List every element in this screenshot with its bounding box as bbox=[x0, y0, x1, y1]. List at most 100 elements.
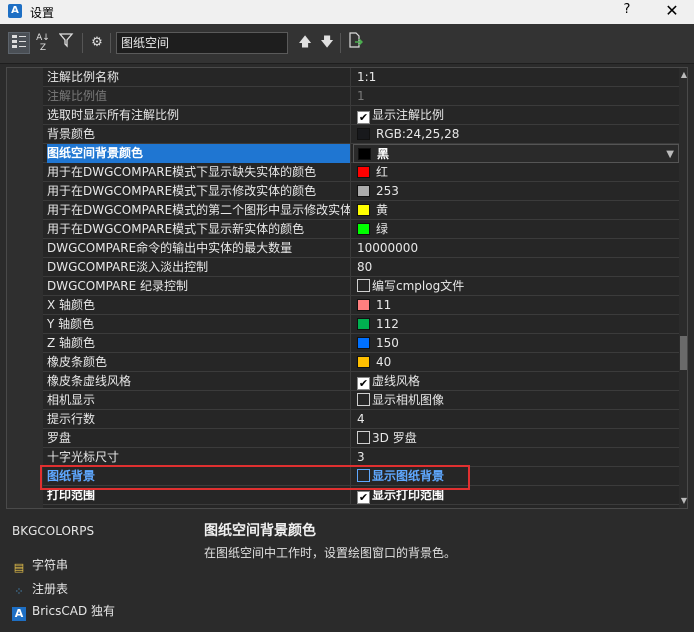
property-row[interactable]: Z 轴颜色 150 bbox=[43, 334, 679, 353]
scroll-thumb[interactable] bbox=[680, 336, 687, 370]
property-value[interactable]: 112 bbox=[353, 315, 679, 334]
checkbox[interactable]: ✔ bbox=[357, 377, 370, 390]
property-row[interactable]: 用于在DWGCOMPARE模式下显示新实体的颜色 绿 bbox=[43, 220, 679, 239]
property-name: 图纸空间背景颜色 bbox=[47, 144, 351, 163]
window-title: 设置 bbox=[30, 6, 55, 20]
close-button[interactable]: ✕ bbox=[660, 1, 684, 23]
detail-panel: BKGCOLORPS 图纸空间背景颜色 在图纸空间中工作时，设置绘图窗口的背景色… bbox=[0, 512, 694, 632]
property-value[interactable]: 1 bbox=[353, 87, 679, 106]
property-value[interactable]: 10000000 bbox=[353, 239, 679, 258]
vertical-scrollbar[interactable]: ▲ ▼ bbox=[679, 68, 687, 508]
color-swatch bbox=[357, 299, 370, 311]
property-value[interactable]: RGB:24,25,28 bbox=[353, 125, 679, 144]
property-row[interactable]: DWGCOMPARE淡入淡出控制 80 bbox=[43, 258, 679, 277]
property-value-text: 4 bbox=[357, 412, 365, 426]
property-row[interactable]: 罗盘 3D 罗盘 bbox=[43, 429, 679, 448]
property-name: 橡皮条颜色 bbox=[47, 353, 351, 372]
property-row[interactable]: 用于在DWGCOMPARE模式下显示缺失实体的颜色 红 bbox=[43, 163, 679, 182]
property-name: 用于在DWGCOMPARE模式下显示新实体的颜色 bbox=[47, 220, 351, 239]
property-row[interactable]: 用于在DWGCOMPARE模式下显示修改实体的颜色 253 bbox=[43, 182, 679, 201]
property-name: 注解比例名称 bbox=[47, 68, 351, 87]
color-swatch bbox=[357, 337, 370, 349]
property-value[interactable]: 40 bbox=[353, 353, 679, 372]
property-value[interactable]: 4 bbox=[353, 410, 679, 429]
property-row[interactable]: 背景颜色 RGB:24,25,28 bbox=[43, 125, 679, 144]
arrow-up-icon[interactable]: 🡅 bbox=[294, 32, 316, 54]
info-item-bricscad: A BricsCAD 独有 bbox=[12, 602, 115, 621]
property-value[interactable]: 绿 bbox=[353, 220, 679, 239]
property-row[interactable]: 选取时显示所有注解比例 ✔ 显示注解比例 bbox=[43, 106, 679, 125]
property-name: DWGCOMPARE 纪录控制 bbox=[47, 277, 351, 296]
property-row[interactable]: X 轴颜色 11 bbox=[43, 296, 679, 315]
property-value[interactable]: ✔ 显示注解比例 bbox=[353, 106, 679, 125]
export-icon[interactable] bbox=[344, 32, 366, 54]
property-row[interactable]: 相机显示 显示相机图像 bbox=[43, 391, 679, 410]
scroll-up-icon[interactable]: ▲ bbox=[679, 70, 687, 80]
checkbox[interactable]: ✔ bbox=[357, 111, 370, 124]
arrow-down-icon[interactable]: 🡇 bbox=[316, 32, 338, 54]
property-row[interactable]: DWGCOMPARE命令的输出中实体的最大数量 10000000 bbox=[43, 239, 679, 258]
categorized-view-icon[interactable] bbox=[8, 32, 30, 54]
property-value-text: 虚线风格 bbox=[372, 374, 421, 388]
property-value[interactable]: 11 bbox=[353, 296, 679, 315]
property-value[interactable]: 150 bbox=[353, 334, 679, 353]
property-value-text: 显示打印范围 bbox=[372, 488, 445, 502]
checkbox[interactable] bbox=[357, 431, 370, 444]
property-row[interactable]: DWGCOMPARE 纪录控制 编写cmplog文件 bbox=[43, 277, 679, 296]
string-type-icon: ▤ bbox=[13, 561, 25, 574]
description-title: 图纸空间背景颜色 bbox=[204, 523, 316, 539]
property-value-text: 1:1 bbox=[357, 70, 377, 84]
property-row[interactable]: 提示行数 4 bbox=[43, 410, 679, 429]
chevron-down-icon[interactable]: ▼ bbox=[666, 146, 674, 162]
property-name: 选取时显示所有注解比例 bbox=[47, 106, 351, 125]
property-row[interactable]: 注解比例名称 1:1 bbox=[43, 68, 679, 87]
color-swatch bbox=[357, 356, 370, 368]
property-value-text: 40 bbox=[376, 355, 392, 369]
property-row[interactable]: 图纸空间背景颜色黑 ▼ bbox=[43, 144, 679, 163]
red-highlight-box bbox=[40, 465, 470, 490]
filter-icon[interactable] bbox=[56, 32, 78, 54]
property-value[interactable]: 编写cmplog文件 bbox=[353, 277, 679, 296]
property-value[interactable]: 黑 ▼ bbox=[353, 144, 679, 163]
alphabetical-sort-icon[interactable]: A↓ Z bbox=[32, 32, 54, 54]
property-row[interactable]: 用于在DWGCOMPARE模式的第二个图形中显示修改实体的颜色 黄 bbox=[43, 201, 679, 220]
title-bar: A 设置 ? ✕ bbox=[0, 0, 694, 24]
property-value[interactable]: ✔ 虚线风格 bbox=[353, 372, 679, 391]
help-button[interactable]: ? bbox=[618, 2, 636, 22]
scroll-down-icon[interactable]: ▼ bbox=[679, 496, 687, 506]
property-row[interactable]: 注解比例值 1 bbox=[43, 87, 679, 106]
property-grid: 注解比例名称 1:1 注解比例值 1 选取时显示所有注解比例 ✔ 显示注解比例 背景颜色 RGB… bbox=[6, 67, 688, 509]
info-item-string: ▤ 字符串 bbox=[12, 556, 68, 574]
property-row[interactable]: 橡皮条颜色 40 bbox=[43, 353, 679, 372]
property-value-text: 绿 bbox=[376, 222, 389, 236]
property-value[interactable]: 1:1 bbox=[353, 68, 679, 87]
checkbox[interactable] bbox=[357, 279, 370, 292]
property-value-text: 1 bbox=[357, 89, 365, 103]
checkbox[interactable] bbox=[357, 393, 370, 406]
property-value-text: 11 bbox=[376, 298, 392, 312]
checkbox[interactable]: ✔ bbox=[357, 491, 370, 504]
property-row[interactable]: 橡皮条虚线风格 ✔ 虚线风格 bbox=[43, 372, 679, 391]
property-name: Z 轴颜色 bbox=[47, 334, 351, 353]
toolbar: A↓ Z ⚙ 图纸空间 🡅 🡇 bbox=[0, 24, 694, 64]
property-value-text: 显示相机图像 bbox=[372, 393, 445, 407]
property-value[interactable]: 黄 bbox=[353, 201, 679, 220]
property-value-text: 3D 罗盘 bbox=[372, 431, 417, 445]
color-swatch bbox=[357, 128, 370, 140]
property-value[interactable]: 253 bbox=[353, 182, 679, 201]
property-value-text: 150 bbox=[376, 336, 399, 350]
property-name: 背景颜色 bbox=[47, 125, 351, 144]
property-name: 罗盘 bbox=[47, 429, 351, 448]
property-value-text: 80 bbox=[357, 260, 373, 274]
property-value[interactable]: 红 bbox=[353, 163, 679, 182]
property-value[interactable]: 3D 罗盘 bbox=[353, 429, 679, 448]
info-label: BricsCAD 独有 bbox=[32, 604, 115, 618]
property-value[interactable]: 80 bbox=[353, 258, 679, 277]
search-input[interactable]: 图纸空间 bbox=[116, 32, 288, 54]
settings-gear-icon[interactable]: ⚙ bbox=[86, 32, 108, 54]
property-value[interactable]: 显示相机图像 bbox=[353, 391, 679, 410]
property-name: Y 轴颜色 bbox=[47, 315, 351, 334]
registry-icon: ⁘ bbox=[14, 585, 24, 598]
property-row[interactable]: Y 轴颜色 112 bbox=[43, 315, 679, 334]
property-name: DWGCOMPARE命令的输出中实体的最大数量 bbox=[47, 239, 351, 258]
